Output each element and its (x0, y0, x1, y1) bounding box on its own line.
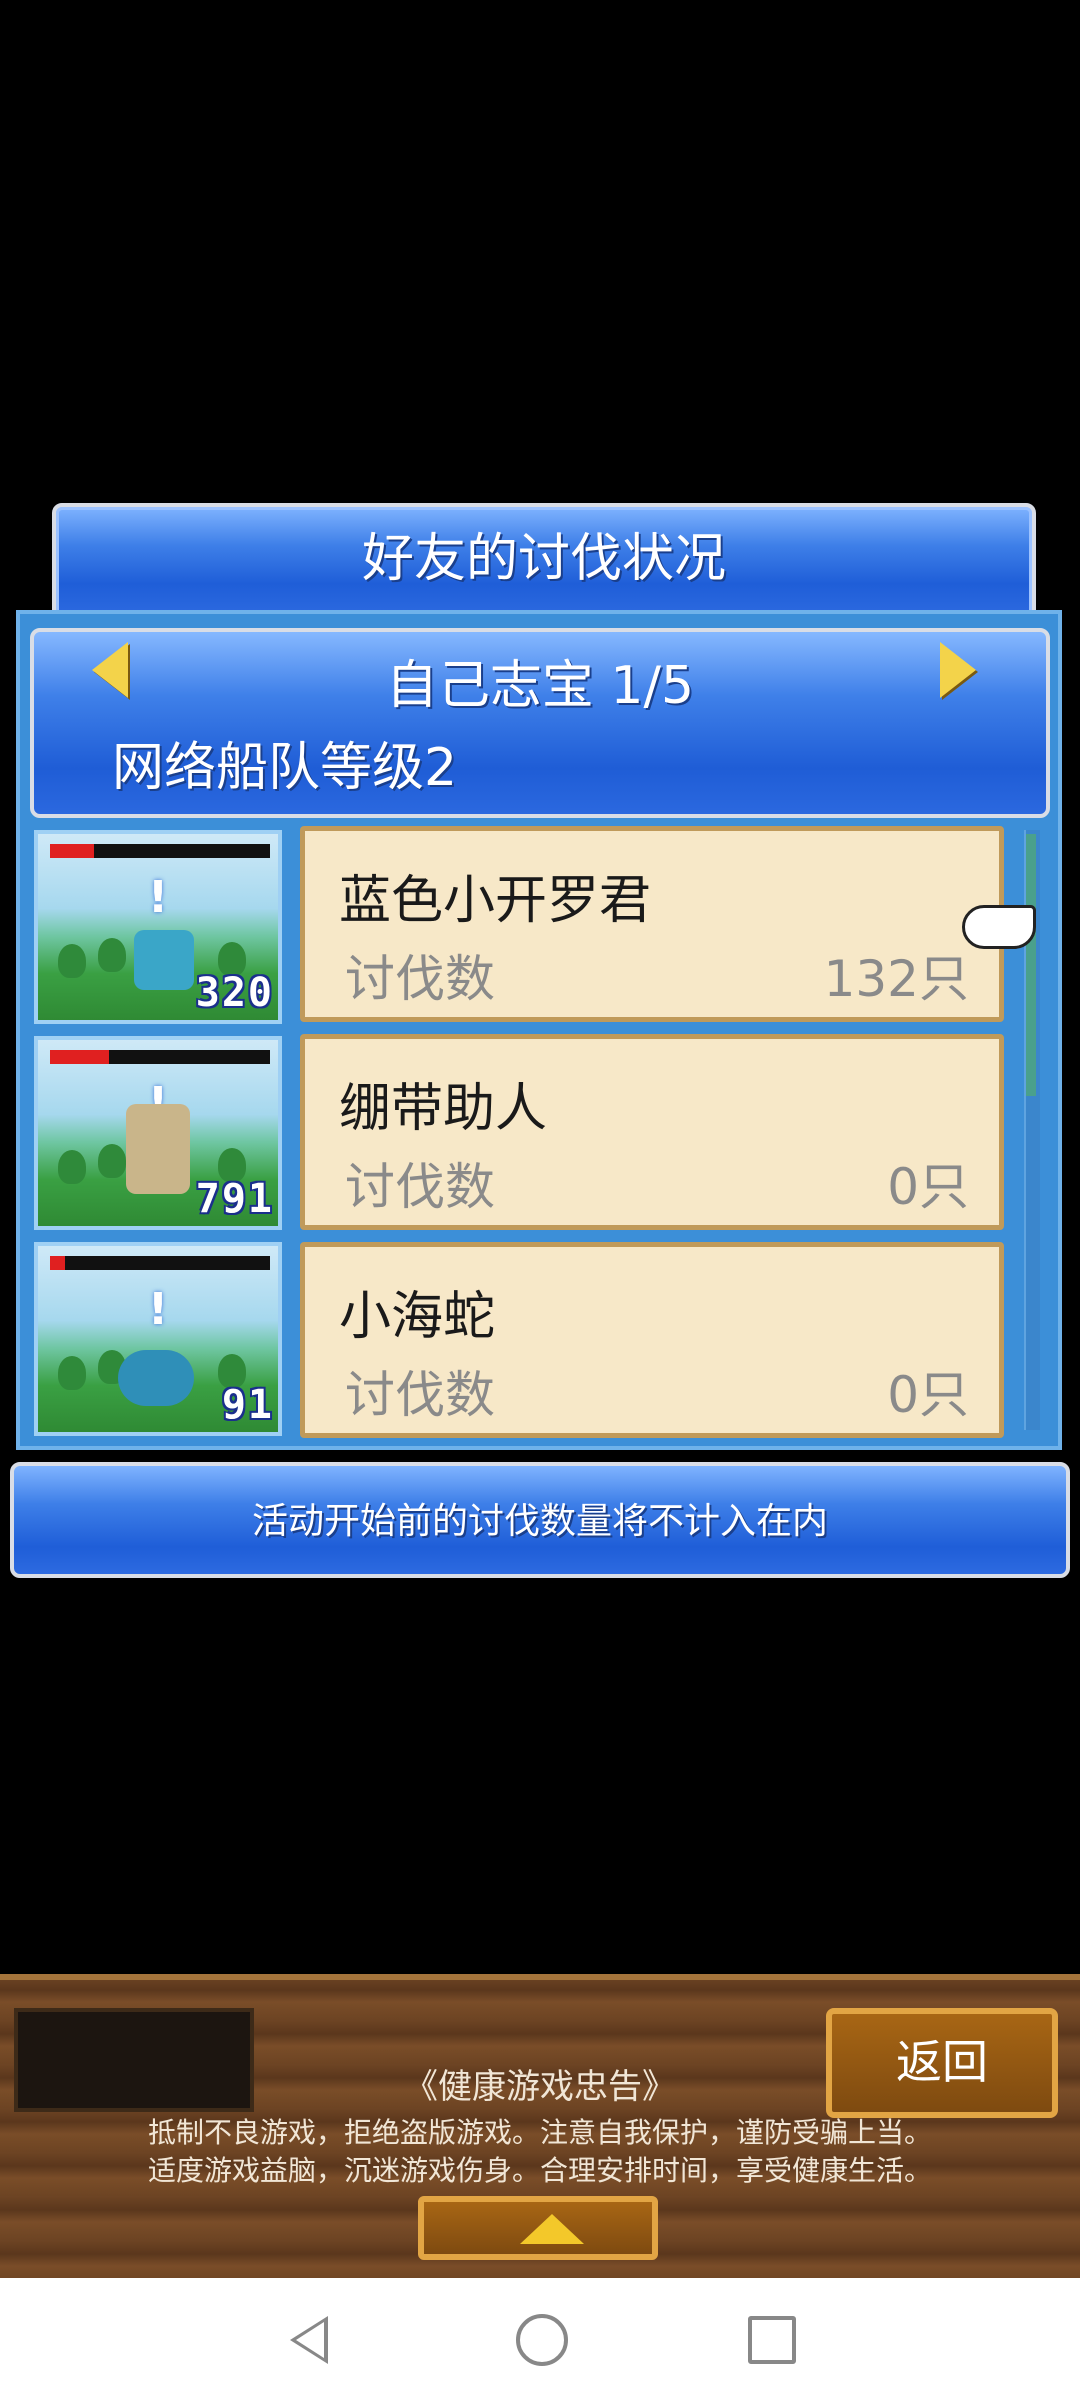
monster-number: 320 (195, 970, 274, 1016)
monster-thumbnail: ! 91 (34, 1242, 282, 1436)
health-advisory-title: 《健康游戏忠告》 (404, 2067, 676, 2107)
nav-home-icon[interactable] (516, 2314, 568, 2366)
monster-number: 91 (221, 1382, 274, 1428)
nav-recent-apps-icon[interactable] (748, 2316, 796, 2364)
list-item[interactable]: 小海蛇 讨伐数 0只 (300, 1242, 1004, 1438)
hunt-count-label: 讨伐数 (345, 1366, 495, 1424)
list-item[interactable]: 蓝色小开罗君 讨伐数 132只 (300, 826, 1004, 1022)
hunt-count-value: 0只 (887, 1366, 969, 1424)
health-advisory-line: 抵制不良游戏，拒绝盗版游戏。注意自我保护，谨防受骗上当。 (147, 2116, 932, 2149)
monster-sprite-icon (134, 930, 194, 990)
hunt-count-label: 讨伐数 (345, 1158, 495, 1216)
fleet-level: 网络船队等级2 (112, 738, 458, 798)
pointing-hand-icon (962, 905, 1036, 949)
hunt-count-label: 讨伐数 (345, 950, 495, 1008)
hp-bar (50, 844, 270, 858)
monster-sprite-icon (126, 1104, 190, 1194)
hp-bar-fill (50, 844, 94, 858)
hp-bar (50, 1256, 270, 1270)
monster-name: 蓝色小开罗君 (339, 871, 652, 931)
list-scrollbar-thumb[interactable] (1026, 834, 1036, 1096)
page-title: 好友的讨伐状况 (361, 529, 726, 589)
hunt-count-value: 0只 (887, 1158, 969, 1216)
expand-up-button[interactable] (418, 2196, 658, 2260)
monster-sprite-icon (118, 1350, 194, 1406)
nav-back-icon-inner (296, 2322, 324, 2358)
tree-icon (98, 1144, 126, 1178)
monster-name: 绷带助人 (339, 1079, 548, 1139)
monster-thumbnail: ! 791 (34, 1036, 282, 1230)
title-banner: 好友的讨伐状况 (52, 503, 1036, 621)
up-arrow-icon (520, 2214, 584, 2244)
hp-bar (50, 1050, 270, 1064)
alert-icon: ! (148, 872, 169, 923)
list-item[interactable]: 绷带助人 讨伐数 0只 (300, 1034, 1004, 1230)
tree-icon (58, 1356, 86, 1390)
alert-icon: ! (148, 1284, 169, 1335)
hunt-count-value: 132只 (823, 950, 969, 1008)
monster-number: 791 (195, 1176, 274, 1222)
hp-bar-fill (50, 1256, 66, 1270)
friend-name-page: 自己志宝 1/5 (385, 656, 695, 716)
notice-text: 活动开始前的讨伐数量将不计入在内 (251, 1501, 828, 1542)
health-advisory-line: 适度游戏益脑，沉迷游戏伤身。合理安排时间，享受健康生活。 (147, 2154, 932, 2187)
tree-icon (58, 1150, 86, 1184)
monster-name: 小海蛇 (339, 1287, 496, 1347)
monster-thumbnail: ! 320 (34, 830, 282, 1024)
hp-bar-fill (50, 1050, 110, 1064)
tree-icon (58, 944, 86, 978)
tree-icon (98, 938, 126, 972)
